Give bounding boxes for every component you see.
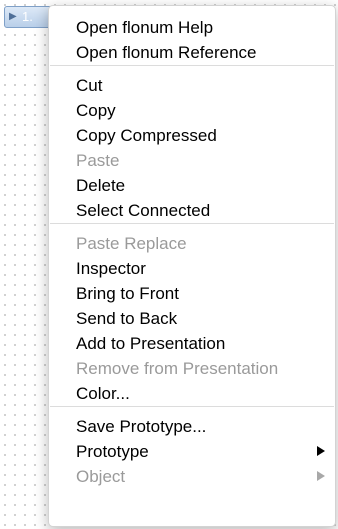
menu-item-copy-compressed[interactable]: Copy Compressed bbox=[49, 122, 335, 147]
menu-item-label: Bring to Front bbox=[76, 284, 179, 303]
menu-item-paste: Paste bbox=[49, 147, 335, 172]
menu-item-delete[interactable]: Delete bbox=[49, 172, 335, 197]
menu-item-open-flonum-reference[interactable]: Open flonum Reference bbox=[49, 39, 335, 64]
menu-item-label: Add to Presentation bbox=[76, 334, 226, 353]
menu-separator bbox=[50, 406, 334, 407]
menu-item-add-to-presentation[interactable]: Add to Presentation bbox=[49, 330, 335, 355]
menu-item-label: Copy Compressed bbox=[76, 126, 217, 145]
menu-item-remove-from-presentation: Remove from Presentation bbox=[49, 355, 335, 380]
menu-item-save-prototype[interactable]: Save Prototype... bbox=[49, 413, 335, 438]
menu-item-open-flonum-help[interactable]: Open flonum Help bbox=[49, 14, 335, 39]
menu-item-label: Paste bbox=[76, 151, 120, 170]
menu-item-label: Color... bbox=[76, 384, 130, 403]
menu-item-prototype[interactable]: Prototype bbox=[49, 438, 335, 463]
submenu-arrow-icon bbox=[317, 446, 325, 456]
menu-item-label: Inspector bbox=[76, 259, 146, 278]
menu-item-label: Select Connected bbox=[76, 201, 211, 220]
menu-item-label: Delete bbox=[76, 176, 126, 195]
menu-item-label: Open flonum Reference bbox=[76, 43, 257, 62]
menu-item-label: Save Prototype... bbox=[76, 417, 207, 436]
menu-item-select-connected[interactable]: Select Connected bbox=[49, 197, 335, 222]
menu-item-label: Copy bbox=[76, 101, 116, 120]
submenu-arrow-icon bbox=[317, 471, 325, 481]
menu-item-label: Object bbox=[76, 467, 126, 486]
menu-item-copy[interactable]: Copy bbox=[49, 97, 335, 122]
object-label: 1. bbox=[22, 9, 33, 24]
menu-item-cut[interactable]: Cut bbox=[49, 72, 335, 97]
menu-separator bbox=[50, 65, 334, 66]
menu-item-send-to-back[interactable]: Send to Back bbox=[49, 305, 335, 330]
menu-item-label: Prototype bbox=[76, 442, 149, 461]
menu-item-label: Cut bbox=[76, 76, 103, 95]
context-menu: Open flonum Help Open flonum Reference Cut… bbox=[48, 5, 336, 527]
menu-item-bring-to-front[interactable]: Bring to Front bbox=[49, 280, 335, 305]
menu-item-paste-replace: Paste Replace bbox=[49, 230, 335, 255]
menu-item-object: Object bbox=[49, 463, 335, 488]
triangle-right-icon: ▶ bbox=[9, 11, 17, 22]
menu-item-label: Paste Replace bbox=[76, 234, 187, 253]
menu-item-label: Send to Back bbox=[76, 309, 178, 328]
menu-item-color[interactable]: Color... bbox=[49, 380, 335, 405]
menu-item-label: Remove from Presentation bbox=[76, 359, 279, 378]
menu-separator bbox=[50, 223, 334, 224]
menu-item-label: Open flonum Help bbox=[76, 18, 214, 37]
menu-item-inspector[interactable]: Inspector bbox=[49, 255, 335, 280]
